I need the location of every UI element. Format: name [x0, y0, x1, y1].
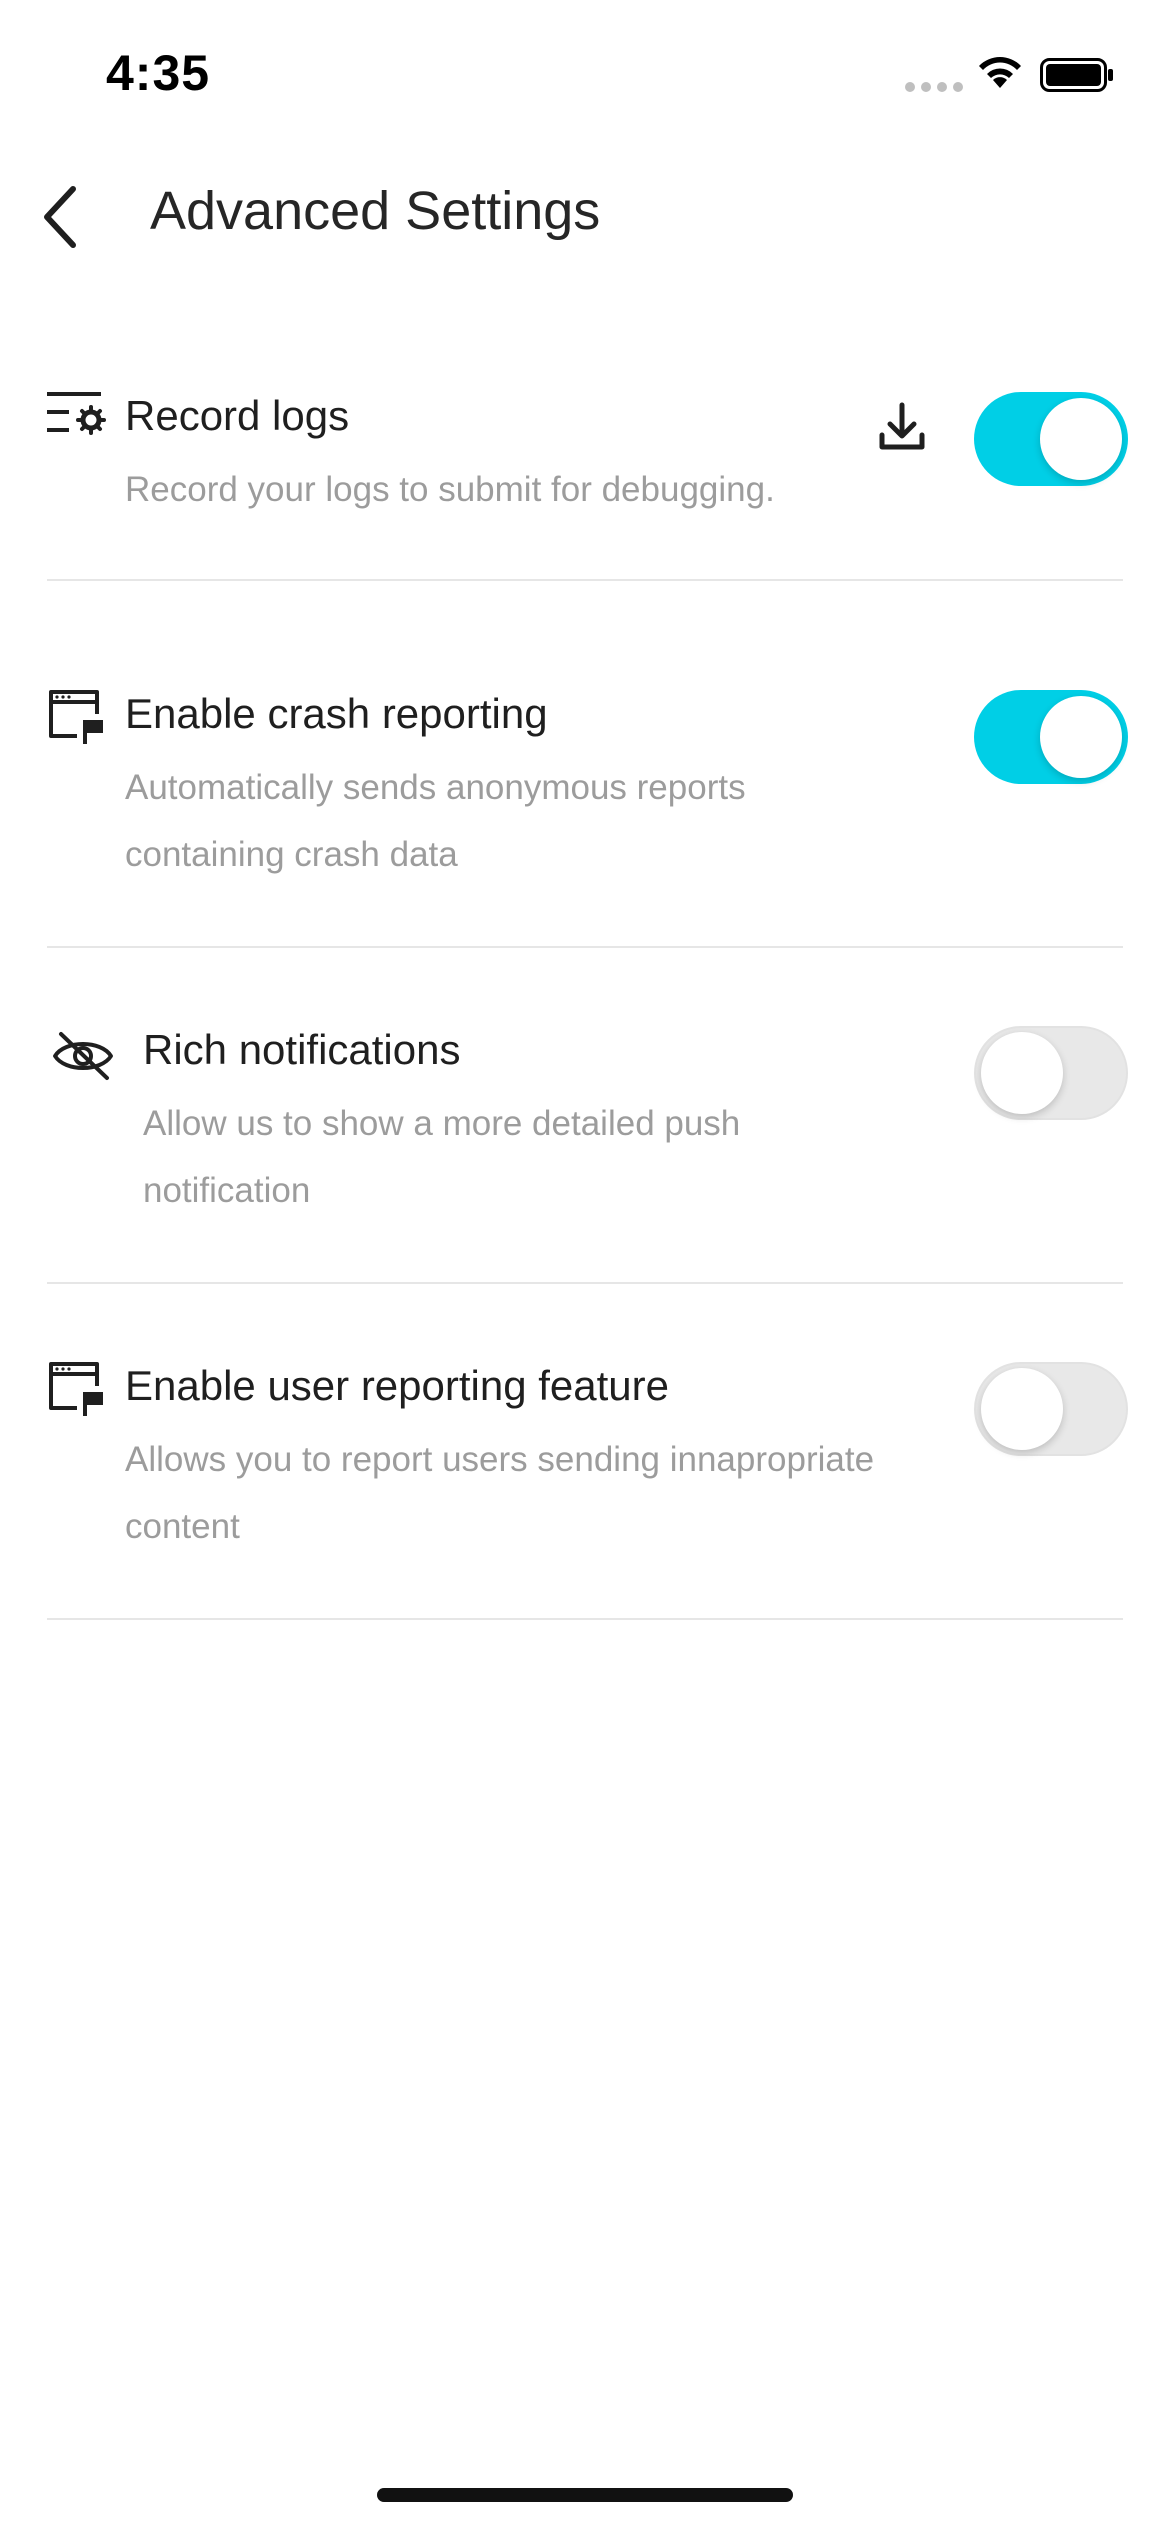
page-title: Advanced Settings [150, 181, 601, 241]
setting-user-reporting: Enable user reporting feature Allows you… [47, 1350, 1128, 1620]
header: Advanced Settings [0, 160, 1170, 270]
setting-crash-reporting: Enable crash reporting Automatically sen… [47, 678, 1128, 948]
download-logs-button[interactable] [867, 392, 937, 462]
setting-rich-notifications: Rich notifications Allow us to show a mo… [47, 1014, 1128, 1284]
rich-notifications-toggle[interactable] [974, 1026, 1128, 1120]
status-time: 4:35 [106, 45, 211, 101]
setting-title: Record logs [125, 392, 350, 439]
eye-off-icon [51, 1030, 117, 1090]
toggle-knob [981, 1032, 1063, 1114]
crash-reporting-toggle[interactable] [974, 690, 1128, 784]
window-flag-icon [47, 688, 107, 748]
setting-title: Rich notifications [143, 1026, 461, 1073]
status-bar: 4:35 [0, 0, 1170, 150]
cellular-signal-icon [905, 82, 963, 92]
battery-icon [1040, 58, 1114, 97]
setting-description: Allow us to show a more detailed push no… [143, 1104, 741, 1210]
user-reporting-toggle[interactable] [974, 1362, 1128, 1456]
setting-title: Enable user reporting feature [125, 1362, 670, 1409]
toggle-knob [981, 1368, 1063, 1450]
setting-description: Automatically sends anonymous reports co… [125, 768, 746, 874]
setting-record-logs: Record logs Record your logs to submit f… [47, 380, 1128, 580]
toggle-knob [1040, 696, 1122, 778]
log-settings-icon [47, 390, 107, 450]
divider [47, 946, 1123, 948]
divider [47, 1282, 1123, 1284]
download-icon [879, 402, 925, 450]
divider [47, 1618, 1123, 1620]
wifi-icon [975, 54, 1025, 95]
divider [47, 579, 1123, 581]
back-button[interactable] [14, 172, 104, 262]
window-flag-icon [47, 1360, 107, 1420]
setting-title: Enable crash reporting [125, 690, 548, 737]
record-logs-toggle[interactable] [974, 392, 1128, 486]
chevron-left-icon [44, 186, 76, 248]
setting-description: Record your logs to submit for debugging… [125, 470, 775, 509]
toggle-knob [1040, 398, 1122, 480]
setting-description: Allows you to report users sending innap… [125, 1440, 875, 1546]
home-indicator[interactable] [377, 2488, 793, 2502]
